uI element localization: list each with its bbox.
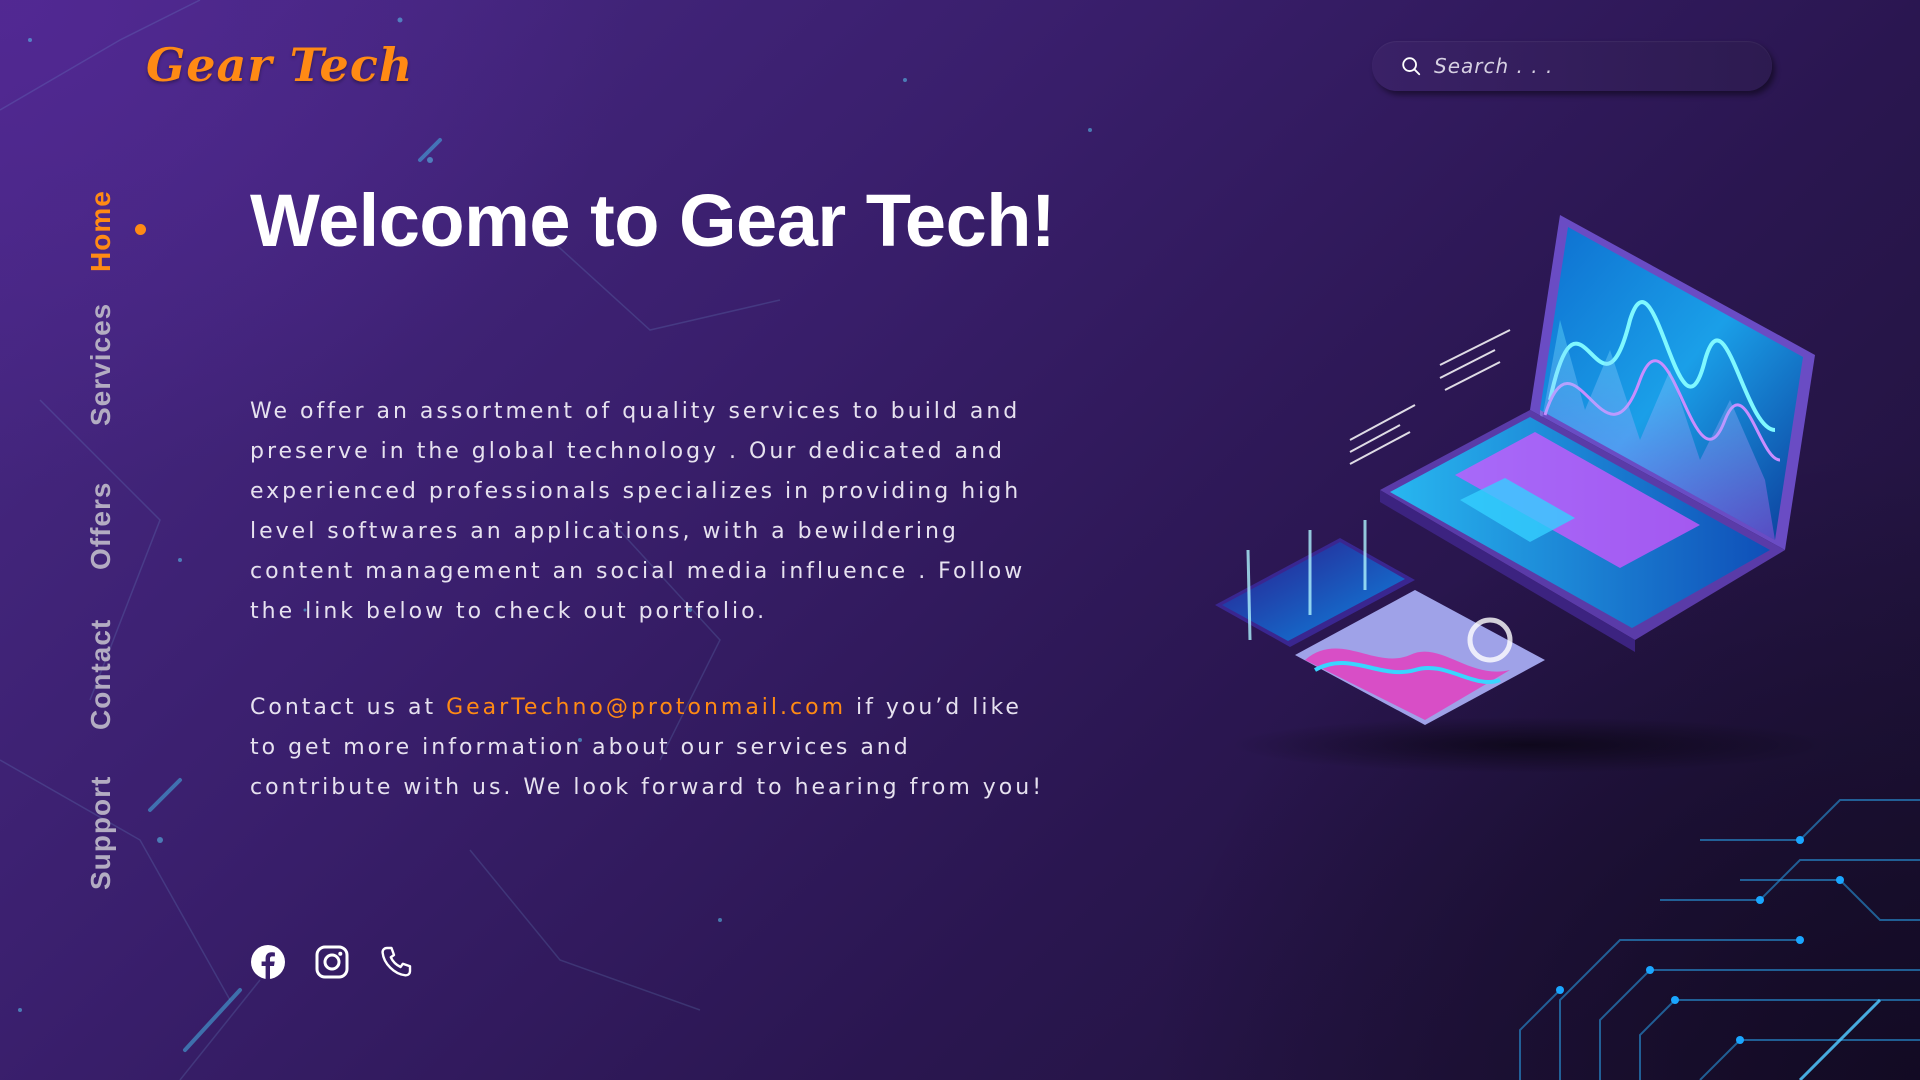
search-bar[interactable]	[1372, 41, 1772, 91]
nav-item-contact[interactable]: Contact	[85, 619, 117, 730]
facebook-icon[interactable]	[250, 944, 286, 980]
nav-item-services[interactable]: Services	[85, 303, 117, 426]
phone-icon[interactable]	[378, 944, 414, 980]
social-links	[250, 944, 414, 980]
brand-logo[interactable]: Gear Tech	[146, 38, 413, 92]
search-input[interactable]	[1432, 53, 1756, 79]
nav-item-support[interactable]: Support	[85, 776, 117, 890]
contact-paragraph: Contact us at GearTechno@protonmail.com …	[250, 688, 1050, 808]
laptop-illustration	[1215, 215, 1830, 773]
instagram-icon[interactable]	[314, 944, 350, 980]
page-title: Welcome to Gear Tech!	[250, 179, 1056, 262]
nav-item-offers[interactable]: Offers	[85, 482, 117, 570]
email-link[interactable]: GearTechno@protonmail.com	[446, 695, 846, 720]
search-icon	[1402, 57, 1421, 76]
active-indicator-dot	[135, 224, 146, 235]
intro-paragraph: We offer an assortment of quality servic…	[250, 399, 1026, 624]
nav-item-home[interactable]: Home	[85, 190, 117, 272]
side-navigation: Home Services Offers Contact Support	[85, 180, 146, 900]
circuit-decoration	[1519, 799, 1920, 1080]
contact-prefix: Contact us at	[250, 695, 447, 720]
